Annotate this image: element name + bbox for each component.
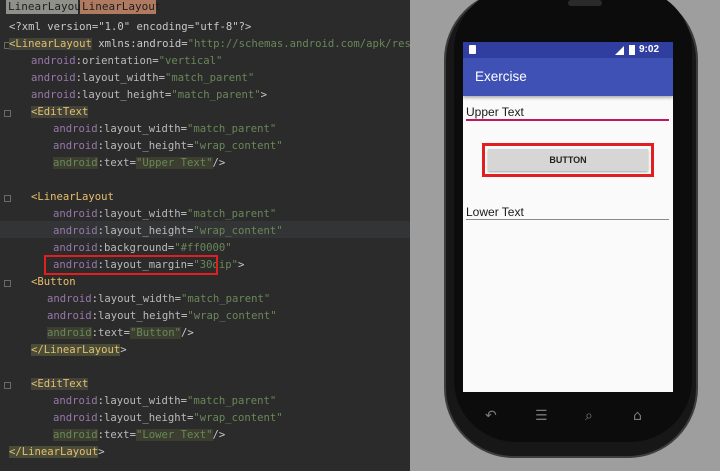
main-button[interactable]: BUTTON <box>488 149 648 171</box>
code-editor[interactable]: LinearLayout LinearLayout <?xml version=… <box>0 0 410 471</box>
code-line[interactable]: <LinearLayout <box>31 189 114 206</box>
code-line[interactable]: android:layout_height="wrap_content" <box>53 223 283 240</box>
upper-edit-text[interactable]: Upper Text <box>466 102 669 124</box>
code-line[interactable]: android:layout_width="match_parent" <box>53 206 276 223</box>
status-bar: 9:02 <box>463 42 673 58</box>
code-line[interactable]: android:text="Lower Text"/> <box>53 427 225 444</box>
upper-edit-text-value: Upper Text <box>466 105 524 119</box>
code-line[interactable]: </LinearLayout> <box>31 342 127 359</box>
battery-icon <box>629 45 635 55</box>
device-screen: 9:02 Exercise Upper Text BUTTON Lower Te… <box>463 42 673 392</box>
code-line[interactable]: <EditText <box>31 376 89 393</box>
phone-nav-bar: ↶ ☰ ⌕ ⌂ <box>463 398 673 434</box>
breadcrumb-item[interactable]: LinearLayout <box>80 0 161 14</box>
code-line[interactable]: android:layout_height="wrap_content" <box>53 138 283 155</box>
code-line[interactable]: android:layout_width="match_parent" <box>53 393 276 410</box>
signal-icon <box>615 46 624 55</box>
app-bar: Exercise <box>463 58 673 96</box>
red-linear-layout: BUTTON <box>482 143 654 177</box>
code-line[interactable]: android:layout_height="match_parent"> <box>31 87 267 104</box>
app-title: Exercise <box>475 69 527 84</box>
code-line[interactable]: android:layout_height="wrap_content" <box>53 410 283 427</box>
menu-icon[interactable]: ☰ <box>535 408 548 424</box>
fold-marker-icon[interactable] <box>4 280 11 287</box>
code-line[interactable]: android:text="Button"/> <box>47 325 194 342</box>
code-line[interactable]: android:layout_width="match_parent" <box>53 121 276 138</box>
breadcrumb-item[interactable]: LinearLayout <box>6 0 87 14</box>
home-icon[interactable]: ⌂ <box>633 408 642 424</box>
code-line[interactable]: android:layout_height="wrap_content" <box>47 308 277 325</box>
code-line[interactable]: android:layout_width="match_parent" <box>47 291 270 308</box>
code-line[interactable]: <Button <box>31 274 76 291</box>
code-line[interactable]: android:orientation="vertical" <box>31 53 222 70</box>
speaker-icon <box>568 0 602 6</box>
code-line[interactable]: </LinearLayout> <box>9 444 105 461</box>
code-line[interactable]: <?xml version="1.0" encoding="utf-8"?> <box>9 19 251 36</box>
highlight-box-layout-margin <box>44 255 218 275</box>
back-icon[interactable]: ↶ <box>485 408 497 424</box>
edit-text-underline <box>466 119 669 121</box>
code-line[interactable]: android:text="Upper Text"/> <box>53 155 225 172</box>
code-line[interactable]: <LinearLayout xmlns:android="http://sche… <box>9 36 410 53</box>
code-line[interactable]: android:layout_width="match_parent" <box>31 70 254 87</box>
fold-marker-icon[interactable] <box>4 382 11 389</box>
fold-marker-icon[interactable] <box>4 195 11 202</box>
status-time: 9:02 <box>639 44 660 55</box>
search-icon[interactable]: ⌕ <box>585 408 593 424</box>
sd-card-icon <box>469 45 476 54</box>
lower-edit-text-value: Lower Text <box>466 205 524 219</box>
fold-marker-icon[interactable] <box>4 110 11 117</box>
code-line[interactable]: <EditText <box>31 104 89 121</box>
lower-edit-text[interactable]: Lower Text <box>466 202 669 224</box>
edit-text-underline <box>466 219 669 220</box>
